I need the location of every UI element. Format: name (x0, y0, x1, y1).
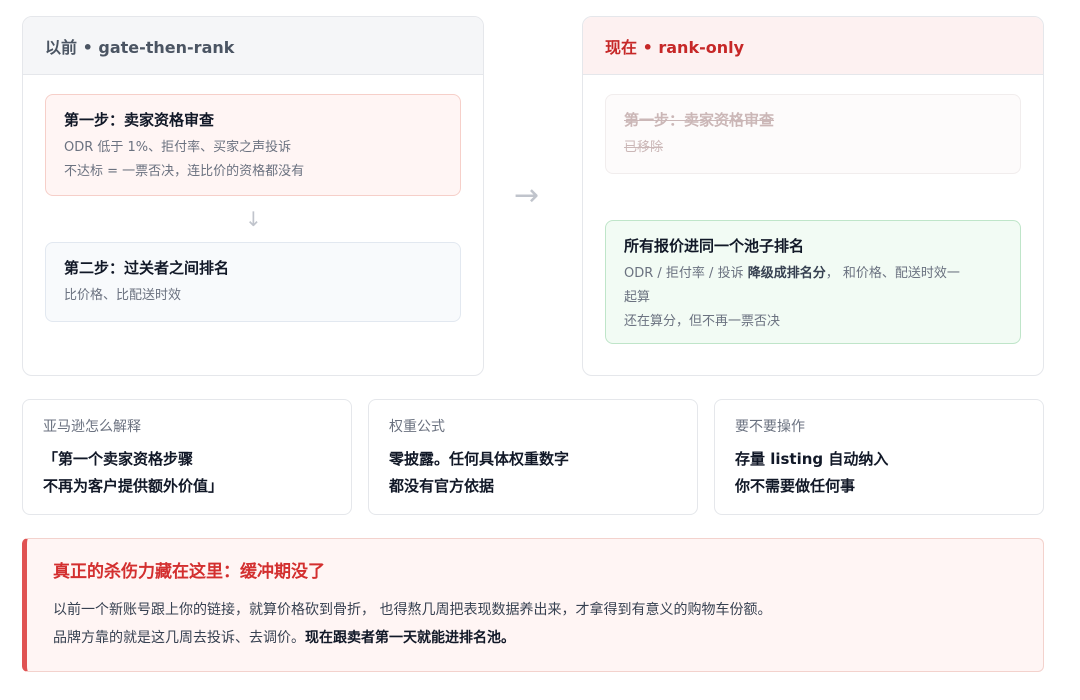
callout-line1: 以前一个新账号跟上你的链接，就算价格砍到骨折， 也得熬几周把表现数据养出来，才拿… (53, 602, 772, 618)
info-card-line2: 都没有官方依据 (389, 477, 495, 495)
info-card-line1: 「第一个卖家资格步骤 (43, 450, 194, 468)
pool-line1-c: ， 和价格、配送时效一 (825, 266, 960, 281)
step2-title: 第二步：过关者之间排名 (64, 259, 230, 277)
pool-line2: 起算 (624, 290, 651, 305)
pool-line1-b: 降级成排名分 (747, 266, 826, 281)
callout-title: 真正的杀伤力藏在这里：缓冲期没了 (53, 562, 325, 582)
info-card-explanation: 亚马逊怎么解释 「第一个卖家资格步骤 不再为客户提供额外价值」 (22, 399, 352, 515)
info-card-line1: 存量 listing 自动纳入 (735, 450, 889, 468)
after-panel-title: 现在 • rank-only (583, 17, 1043, 75)
info-card-line1: 零披露。任何具体权重数字 (389, 450, 570, 468)
step2-line1: 比价格、比配送时效 (64, 288, 182, 303)
arrow-right-icon: → (514, 178, 540, 213)
pool-line1-a: ODR / 拒付率 / 投诉 (624, 266, 748, 281)
after-panel: 现在 • rank-only 第一步：卖家资格审查 已移除 所有报价进同一个池子… (582, 16, 1044, 376)
removed-step-line1: 已移除 (624, 140, 664, 155)
callout-line2-a: 品牌方靠的就是这几周去投诉、去调价。 (53, 630, 305, 646)
pool-card: 所有报价进同一个池子排名 ODR / 拒付率 / 投诉 降级成排名分， 和价格、… (605, 220, 1021, 344)
arrow-down-icon: ↓ (245, 207, 262, 231)
info-card-label: 要不要操作 (735, 419, 805, 435)
warning-callout: 真正的杀伤力藏在这里：缓冲期没了 以前一个新账号跟上你的链接，就算价格砍到骨折，… (22, 538, 1044, 672)
info-card-action: 要不要操作 存量 listing 自动纳入 你不需要做任何事 (714, 399, 1044, 515)
info-card-label: 权重公式 (389, 419, 445, 435)
step1-title: 第一步：卖家资格审查 (64, 111, 215, 129)
step1-line1: ODR 低于 1%、拒付率、买家之声投诉 (64, 140, 292, 155)
pool-line1: ODR / 拒付率 / 投诉 降级成排名分， 和价格、配送时效一 (624, 262, 1002, 286)
step1-card: 第一步：卖家资格审查 ODR 低于 1%、拒付率、买家之声投诉 不达标 = 一票… (45, 94, 461, 196)
info-card-formula: 权重公式 零披露。任何具体权重数字 都没有官方依据 (368, 399, 698, 515)
step2-card: 第二步：过关者之间排名 比价格、比配送时效 (45, 242, 461, 322)
callout-line2: 品牌方靠的就是这几周去投诉、去调价。现在跟卖者第一天就能进排名池。 (53, 624, 1017, 652)
info-card-line2: 你不需要做任何事 (735, 477, 856, 495)
pool-line3: 还在算分，但不再一票否决 (624, 314, 781, 329)
pool-title: 所有报价进同一个池子排名 (624, 237, 805, 255)
removed-step-title: 第一步：卖家资格审查 (624, 111, 775, 129)
callout-line2-b: 现在跟卖者第一天就能进排名池。 (305, 630, 515, 646)
before-panel-title: 以前 • gate-then-rank (23, 17, 483, 75)
before-panel: 以前 • gate-then-rank 第一步：卖家资格审查 ODR 低于 1%… (22, 16, 484, 376)
removed-step-card: 第一步：卖家资格审查 已移除 (605, 94, 1021, 174)
info-card-line2: 不再为客户提供额外价值」 (43, 477, 224, 495)
step1-line2: 不达标 = 一票否决，连比价的资格都没有 (64, 164, 305, 179)
info-card-label: 亚马逊怎么解释 (43, 419, 141, 435)
